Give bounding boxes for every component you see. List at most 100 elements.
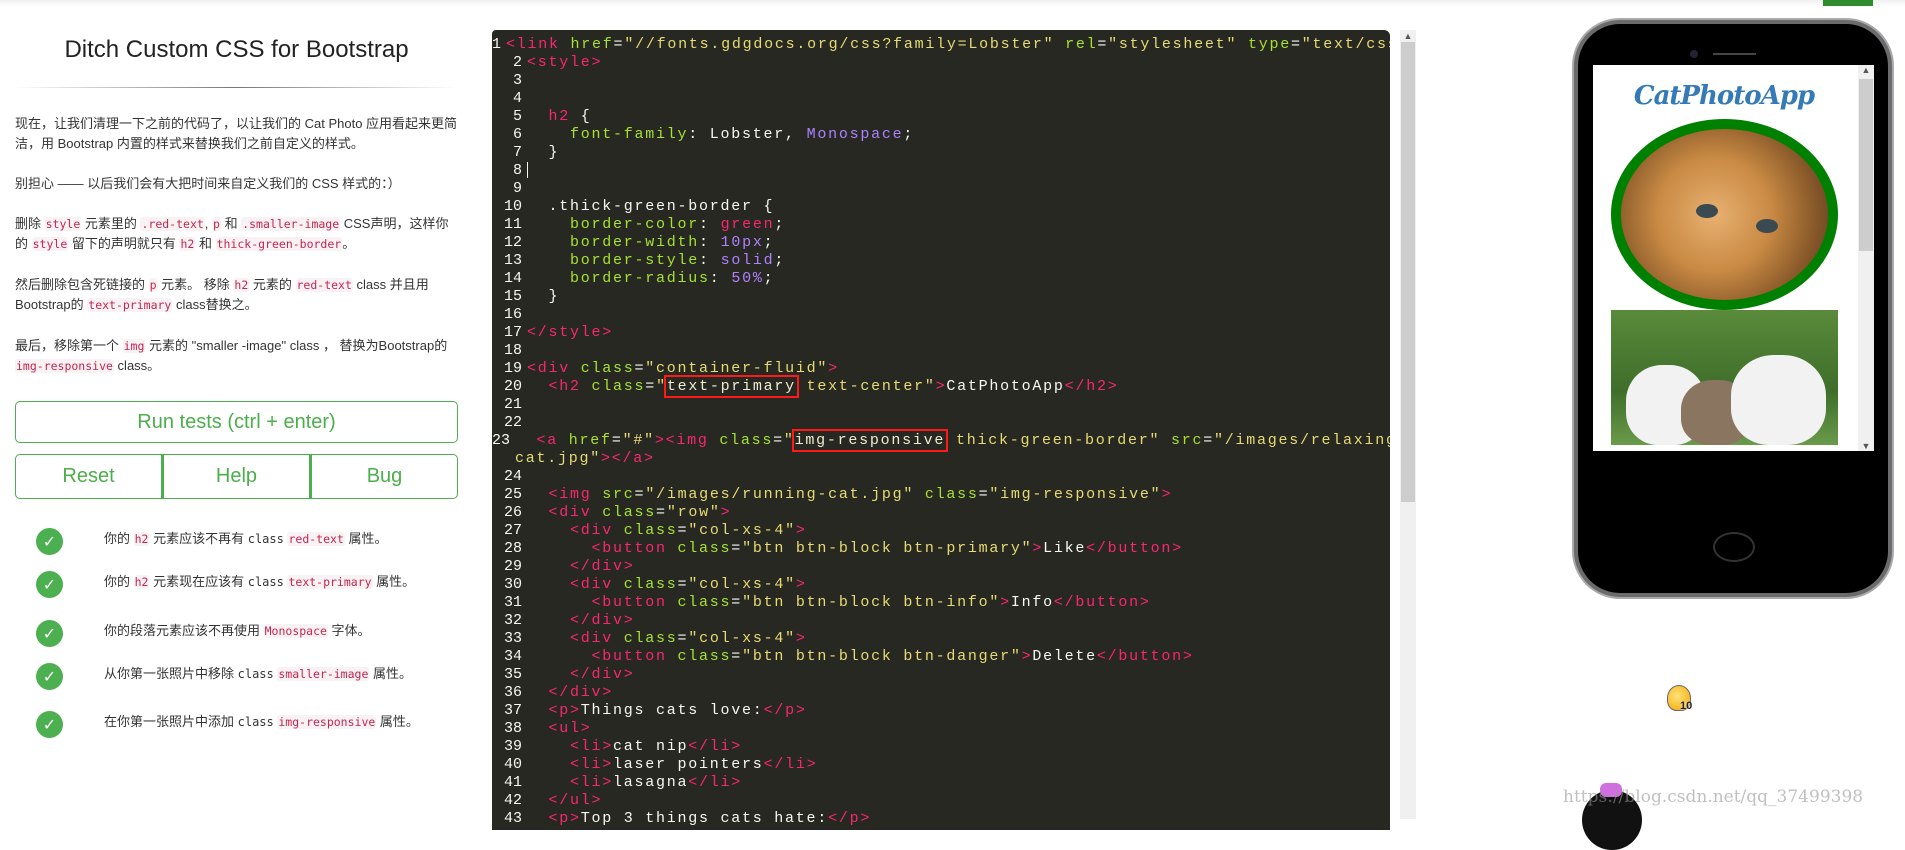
code-content: <li>cat nip</li> <box>522 738 742 756</box>
text-segment: 你的段落元素应该不再使用 <box>104 623 264 638</box>
line-number: 9 <box>512 180 522 197</box>
code-token: <ul> <box>548 720 592 737</box>
code-line: 31 <button class="btn btn-block btn-info… <box>492 594 1390 612</box>
code-token: "btn btn-block btn-danger" <box>742 648 1022 665</box>
code-content: border-width: 10px; <box>522 234 774 252</box>
line-number: 35 <box>503 666 522 683</box>
preview-scrollbar[interactable]: ▲ ▼ <box>1858 65 1874 451</box>
relaxing-cat-image[interactable] <box>1611 119 1838 310</box>
run-tests-button[interactable]: Run tests (ctrl + enter) <box>15 401 458 443</box>
code-token: = <box>1097 36 1109 53</box>
title-divider <box>15 87 458 88</box>
code-token: ; <box>903 126 915 143</box>
bug-button[interactable]: Bug <box>310 454 458 499</box>
code-line: 33 <div class="col-xs-4"> <box>492 630 1390 648</box>
instruction-paragraph: 别担心 —— 以后我们会有大把时间来自定义我们的 CSS 样式的：） <box>15 174 458 194</box>
code-token: > <box>1000 594 1011 611</box>
line-number: 41 <box>503 774 522 791</box>
code-token: href <box>570 36 614 53</box>
code-line: 20 <h2 class="text-primary text-center">… <box>492 375 1390 398</box>
code-token: class <box>719 432 774 449</box>
code-content: <img src="/images/running-cat.jpg" class… <box>522 486 1172 504</box>
code-line: 24 <box>492 468 1390 486</box>
help-button[interactable]: Help <box>162 454 310 499</box>
text-segment: 和 <box>195 236 216 251</box>
watermark: https://blog.csdn.net/qq_37499398 <box>1563 787 1864 807</box>
line-number: 29 <box>503 558 522 575</box>
text-segment: 然后删除包含死链接的 <box>15 277 149 292</box>
text-segment: 别担心 —— 以后我们会有大把时间来自定义我们的 CSS 样式的：） <box>15 176 401 191</box>
code-token: thick-green-border" <box>945 432 1161 449</box>
line-number: 23 <box>492 432 511 449</box>
code-token: rel <box>1065 36 1098 53</box>
scrollbar-thumb[interactable] <box>1401 42 1415 502</box>
code-token: : <box>699 234 721 251</box>
code-content <box>522 468 527 486</box>
text-segment: 和 <box>220 216 242 231</box>
code-line: 32 </div> <box>492 612 1390 630</box>
code-token: src <box>602 486 635 503</box>
inline-code: img-responsive <box>277 715 377 729</box>
code-token: = <box>613 36 625 53</box>
editor-scrollbar[interactable]: ▲ <box>1400 30 1416 819</box>
text-segment: 从你第一张照片中移除 <box>104 666 238 681</box>
code-token: " <box>656 378 667 395</box>
scroll-down-icon[interactable]: ▼ <box>1858 441 1874 451</box>
text-segment: 留下的声明就只有 <box>68 236 180 251</box>
line-number: 8 <box>512 162 522 179</box>
code-token: <div <box>570 630 624 647</box>
line-number: 33 <box>503 630 522 647</box>
code-content: <a href="#"><img class="img-responsive t… <box>510 429 1390 468</box>
code-token: : <box>709 270 732 287</box>
code-token: </li> <box>763 756 818 773</box>
code-token: > <box>795 576 807 593</box>
code-line: 14 border-radius: 50%; <box>492 270 1390 288</box>
code-token: ><img <box>654 432 720 449</box>
scroll-up-icon[interactable]: ▲ <box>1400 30 1416 42</box>
code-token: <li> <box>570 774 614 791</box>
code-token: "container-fluid" <box>645 360 829 377</box>
code-line: 37 <p>Things cats love:</p> <box>492 702 1390 720</box>
code-line: 21 <box>492 396 1390 414</box>
code-token: 10px <box>720 234 764 251</box>
code-token: = <box>731 594 743 611</box>
check-circle-icon: ✓ <box>36 620 63 647</box>
test-description: 你的段落元素应该不再使用 Monospace 字体。 <box>104 620 444 642</box>
code-token: <button <box>591 594 678 611</box>
reset-button[interactable]: Reset <box>15 454 162 499</box>
code-content: </style> <box>522 324 613 342</box>
code-content: border-style: solid; <box>522 252 785 270</box>
code-line: 19 <div class="container-fluid"> <box>492 360 1390 378</box>
code-token: <div <box>570 576 624 593</box>
code-token: ; <box>763 234 775 251</box>
inline-code: smaller-image <box>277 667 370 681</box>
text-segment: 现在，让我们清理一下之前的代码了，以让我们的 Cat Photo 应用看起来更简… <box>15 116 458 151</box>
code-token: ></a> <box>601 450 655 467</box>
scroll-up-icon[interactable]: ▲ <box>1858 65 1874 75</box>
line-number: 30 <box>503 576 522 593</box>
app-title: CatPhotoApp <box>1633 81 1815 111</box>
code-token: "stylesheet" <box>1108 36 1238 53</box>
code-token: 50% <box>731 270 764 287</box>
inline-code: style <box>31 237 69 251</box>
code-token: <button <box>591 648 678 665</box>
code-line: 7 } <box>492 144 1390 162</box>
scrollbar-thumb[interactable] <box>1859 79 1873 251</box>
code-token: <style> <box>527 54 603 71</box>
code-editor[interactable]: 1 <link href="//fonts.gdgdocs.org/css?fam… <box>492 30 1390 830</box>
line-number: 7 <box>512 144 522 161</box>
code-content: border-radius: 50%; <box>522 270 774 288</box>
line-number: 15 <box>503 288 522 305</box>
highlighted-token: text-primary <box>663 375 799 398</box>
code-line: 39 <li>cat nip</li> <box>492 738 1390 756</box>
code-token: <link <box>506 36 571 53</box>
code-content: <li>laser pointers</li> <box>522 756 817 774</box>
inline-code: h2 <box>179 237 196 251</box>
